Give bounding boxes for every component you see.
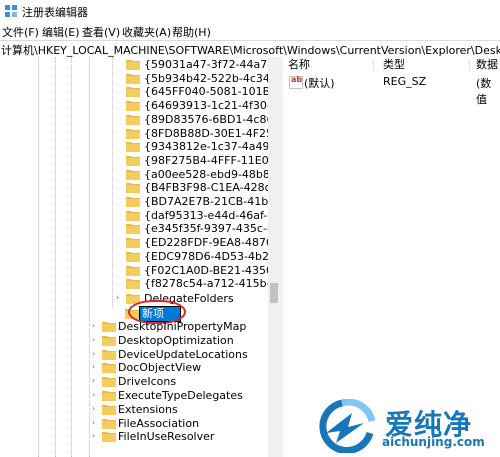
column-header-name[interactable]: 名称 (288, 57, 310, 73)
window-title: 注册表编辑器 (22, 6, 88, 19)
folder-icon (126, 197, 140, 207)
tree-item-label: {f8278c54-a712-415b-b593 (144, 277, 268, 291)
menu-help[interactable]: 帮助(H) (172, 24, 211, 40)
folder-icon (126, 210, 140, 221)
folder-icon (126, 87, 140, 98)
address-path[interactable]: 计算机\HKEY_LOCAL_MACHINE\SOFTWARE\Microsof… (1, 42, 500, 57)
folder-icon (102, 322, 116, 332)
folder-icon (126, 128, 140, 139)
folder-icon (102, 363, 116, 374)
tree-item-label: {89D83576-6BD1-4c86-945 (144, 112, 268, 126)
string-value-icon: ab (289, 75, 303, 89)
column-separator[interactable] (469, 59, 470, 71)
tree-item-label: FileAssociation (118, 416, 200, 430)
expand-chevron-icon[interactable]: › (92, 363, 100, 371)
watermark-url: aichunjing.com (382, 435, 485, 449)
folder-icon (102, 404, 116, 415)
folder-icon (102, 349, 116, 360)
menu-favorites[interactable]: 收藏夹(A) (122, 24, 171, 40)
folder-icon (126, 238, 140, 249)
expand-chevron-icon[interactable]: › (92, 404, 100, 413)
watermark-logo-icon (319, 399, 376, 453)
folder-icon (126, 60, 140, 70)
folder-icon (102, 432, 116, 443)
column-separator[interactable] (373, 59, 374, 71)
title-bar: 注册表编辑器 (0, 0, 500, 22)
folder-icon (102, 418, 116, 429)
folder-icon (126, 114, 140, 125)
expand-chevron-icon[interactable]: › (92, 418, 100, 427)
tree-item-label: {64693913-1c21-4f30-a98f (144, 99, 268, 113)
regedit-icon (5, 5, 17, 17)
tree-item-label: {ED228FDF-9EA8-4870-83b (144, 236, 268, 250)
value-row[interactable]: ab (默认) REG_SZ (数值 (283, 75, 500, 106)
value-data: (数值 (476, 77, 492, 106)
menu-file[interactable]: 文件(F) (2, 24, 39, 40)
tree-scrollbar[interactable] (268, 57, 280, 457)
value-name: (默认) (304, 77, 335, 90)
tree-item-label: {8FD8B88D-30E1-4F25-AC2 (144, 126, 268, 140)
tree-item-label: {F02C1A0D-BE21-4350-88B (144, 263, 268, 277)
folder-icon (102, 335, 116, 346)
address-bar[interactable]: 计算机\HKEY_LOCAL_MACHINE\SOFTWARE\Microsof… (0, 40, 500, 58)
tree-item-label: {a00ee528-ebd9-48b8-944 (144, 167, 268, 181)
tree-item-label: FileInUseResolver (118, 430, 215, 444)
scroll-thumb[interactable] (270, 283, 278, 303)
tree-item-label: DeviceUpdateLocations (118, 347, 248, 361)
folder-icon (126, 73, 140, 84)
expand-chevron-icon[interactable]: › (92, 377, 100, 385)
menu-edit[interactable]: 编辑(E) (42, 24, 80, 40)
tree-item-label: DocObjectView (118, 361, 202, 375)
tree-item-label: DesktopIniPropertyMap (118, 320, 247, 333)
tree-item-label: {98F275B4-4FFF-11E0-89E2 (144, 153, 268, 167)
tree-item-label: {5b934b42-522b-4c34-bbf (144, 71, 268, 85)
folder-icon (126, 265, 140, 276)
tree-item-label: {59031a47-3f72-44a7-89c5 (144, 58, 268, 71)
folder-icon (126, 183, 140, 194)
folder-icon (102, 377, 116, 388)
folder-icon (126, 279, 140, 290)
expand-chevron-icon[interactable]: › (92, 432, 100, 440)
tree-item-label: DriveIcons (118, 375, 177, 389)
menu-bar: 文件(F) 编辑(E) 查看(V) 收藏夹(A) 帮助(H) (0, 22, 500, 39)
folder-icon (126, 224, 140, 235)
tree-item-label: {645FF040-5081-101B-9F08 (144, 85, 268, 99)
folder-icon (126, 251, 140, 262)
expand-chevron-icon[interactable]: › (92, 322, 100, 330)
tree-guide-line (55, 57, 56, 457)
folder-icon (102, 391, 116, 401)
folder-icon (126, 155, 140, 166)
expand-chevron-icon[interactable]: › (92, 391, 100, 399)
expand-chevron-icon[interactable]: › (92, 349, 100, 358)
folder-icon (126, 169, 140, 180)
tree-guide-line (38, 57, 39, 457)
tree-guide-line (89, 57, 90, 457)
tree-item-label: {EDC978D6-4D53-4b2f-A26 (144, 249, 268, 263)
expand-chevron-icon[interactable]: › (92, 335, 100, 344)
tree-item-label: {9343812e-1c37-4a49-a12e (144, 140, 268, 154)
tree-item-label: {B4FB3F98-C1EA-428d-A78 (144, 181, 268, 195)
expand-chevron-icon[interactable]: › (116, 294, 124, 302)
tree-item-label: ExecuteTypeDelegates (118, 389, 243, 402)
tree-guide-line (71, 57, 72, 457)
tree-item-label: Extensions (118, 402, 178, 416)
value-type: REG_SZ (383, 75, 427, 88)
tree-guide-line (112, 57, 113, 307)
folder-icon (126, 142, 140, 153)
tree-item-label: DesktopOptimization (118, 333, 234, 347)
watermark: 爱纯净 aichunjing.com (300, 395, 500, 457)
tree-item-label: {daf95313-e44d-46af-be1b (144, 208, 268, 222)
column-header-type[interactable]: 类型 (383, 57, 405, 73)
tree-item-label: {e345f35f-9397-435c-8f95- (144, 222, 268, 236)
menu-view[interactable]: 查看(V) (82, 24, 120, 40)
column-header-data[interactable]: 数据 (476, 57, 498, 73)
tree-item-label: {BD7A2E7B-21CB-41b2-A08 (144, 195, 268, 208)
folder-icon (126, 101, 140, 112)
